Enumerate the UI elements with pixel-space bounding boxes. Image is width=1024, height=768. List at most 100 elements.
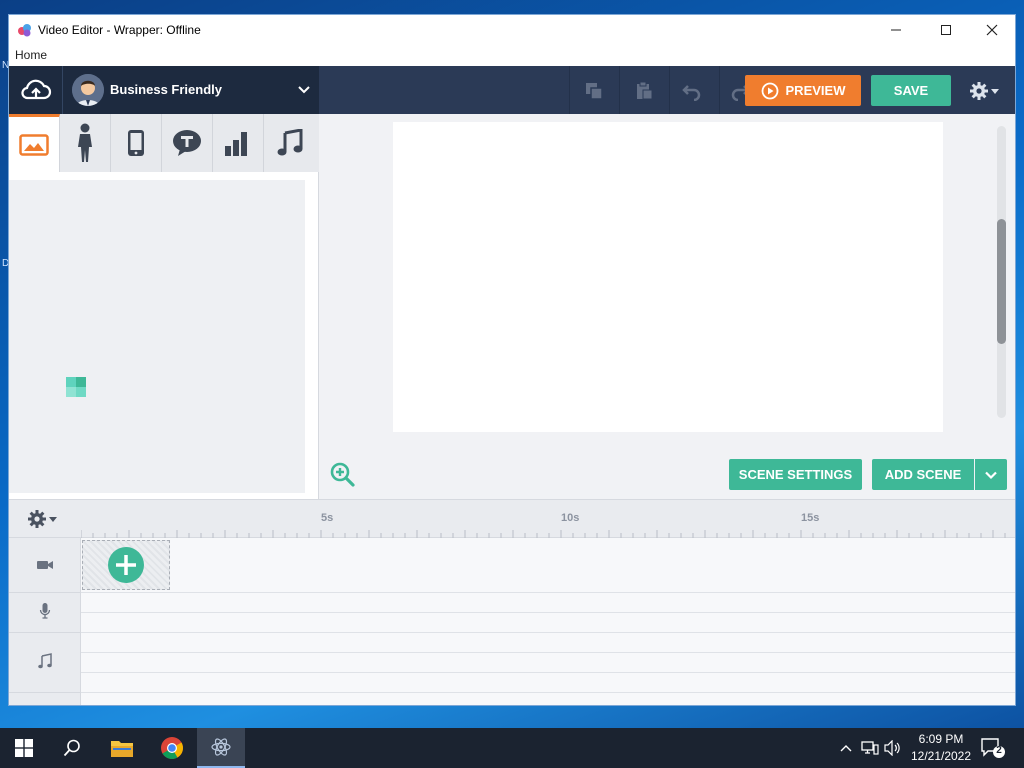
timeline: 5s 10s 15s (9, 499, 1015, 705)
clock-date: 12/21/2022 (910, 749, 972, 763)
copy-button[interactable] (579, 76, 609, 106)
chevron-down-icon (985, 471, 997, 479)
taskbar-clock[interactable]: 6:09 PM 12/21/2022 (906, 731, 976, 765)
voice-track-label (33, 601, 57, 621)
toolbar-separator (619, 66, 620, 114)
gear-icon (970, 82, 988, 100)
play-circle-icon (761, 82, 778, 99)
track-divider (81, 612, 1015, 613)
cloud-upload-icon (20, 79, 51, 100)
undo-icon (682, 85, 701, 101)
chevron-up-icon (840, 745, 852, 752)
theme-selector[interactable]: Business Friendly (9, 66, 319, 114)
chart-icon (225, 132, 247, 156)
timeline-header: 5s 10s 15s (9, 500, 1015, 538)
file-explorer-button[interactable] (98, 728, 146, 768)
phone-prop-icon (128, 130, 144, 156)
scene-settings-button[interactable]: SCENE SETTINGS (729, 459, 862, 490)
track-separator (9, 692, 81, 693)
copy-icon (586, 83, 603, 100)
tab-charts[interactable] (213, 114, 264, 172)
app-window: Video Editor - Wrapper: Offline Home Bus… (8, 14, 1016, 706)
toolbar-separator (569, 66, 570, 114)
maximize-icon (941, 25, 951, 35)
theme-avatar (72, 74, 104, 106)
timeline-settings-button[interactable] (27, 509, 63, 529)
preview-button[interactable]: PREVIEW (745, 75, 861, 106)
track-divider (81, 652, 1015, 653)
electron-app-icon (211, 738, 231, 756)
tab-sounds[interactable] (264, 114, 315, 172)
chevron-down-icon (298, 86, 310, 94)
toolbar-separator (669, 66, 670, 114)
character-icon (78, 123, 92, 162)
settings-menu-button[interactable] (964, 76, 1004, 106)
asset-list (9, 180, 305, 493)
menu-item-home[interactable]: Home (15, 48, 47, 62)
businessman-icon (72, 74, 104, 106)
preview-label: PREVIEW (785, 83, 846, 98)
save-button[interactable]: SAVE (871, 75, 951, 106)
video-editor-taskbar-button[interactable] (197, 728, 245, 768)
menu-bar: Home (9, 45, 1015, 66)
timeline-tick-label: 5s (321, 512, 334, 524)
zoom-in-icon[interactable] (329, 461, 355, 487)
show-hidden-icons-button[interactable] (836, 738, 856, 758)
add-scene-dropdown-button[interactable] (975, 459, 1007, 490)
video-editor: Business Friendly PREVIEW SAVE SCENE SET… (9, 66, 1015, 705)
tab-backgrounds[interactable] (9, 114, 60, 172)
timeline-ruler[interactable] (81, 528, 1015, 538)
music-icon (277, 129, 302, 156)
scene-stage-canvas[interactable] (393, 122, 943, 432)
video-camera-icon (37, 561, 53, 569)
minimize-button[interactable] (873, 15, 919, 45)
tab-characters[interactable] (60, 114, 111, 172)
paste-button[interactable] (629, 76, 659, 106)
top-toolbar: Business Friendly PREVIEW SAVE (9, 66, 1015, 114)
windows-logo-icon (15, 739, 33, 757)
track-divider (81, 632, 1015, 633)
network-icon (861, 741, 879, 755)
tab-props[interactable] (111, 114, 162, 172)
image-icon (19, 133, 49, 156)
chrome-icon (161, 737, 183, 759)
search-icon (63, 739, 80, 757)
clock-time: 6:09 PM (918, 732, 964, 746)
theme-name: Business Friendly (110, 82, 222, 97)
music-note-icon (38, 653, 52, 669)
start-button[interactable] (0, 728, 48, 768)
undo-button[interactable] (677, 76, 707, 106)
stage-scrollbar-thumb[interactable] (997, 219, 1006, 344)
action-center-button[interactable]: 2 (980, 736, 1006, 760)
add-scene-button[interactable]: ADD SCENE (872, 459, 974, 490)
loading-spinner-icon (66, 377, 86, 397)
timeline-tick-label: 15s (801, 512, 820, 524)
add-scene-placeholder[interactable] (82, 540, 170, 590)
upload-button[interactable] (9, 66, 63, 114)
asset-tab-bar (9, 114, 319, 172)
notification-count: 2 (996, 745, 1002, 756)
asset-library-panel (9, 114, 319, 499)
track-labels (9, 538, 81, 705)
chrome-button[interactable] (148, 728, 196, 768)
track-divider (81, 592, 1015, 593)
gear-icon (28, 510, 46, 528)
title-bar: Video Editor - Wrapper: Offline (9, 15, 1015, 45)
app-logo-icon (18, 24, 31, 37)
minimize-icon (891, 29, 901, 31)
text-bubble-icon (173, 130, 201, 156)
volume-button[interactable] (883, 738, 903, 758)
close-button[interactable] (969, 15, 1015, 45)
stage-scrollbar[interactable] (997, 126, 1006, 418)
add-circle-icon (108, 547, 144, 583)
caret-down-icon (49, 517, 57, 522)
windows-taskbar: 6:09 PM 12/21/2022 2 (0, 728, 1024, 768)
caret-down-icon (991, 89, 999, 94)
tab-text[interactable] (162, 114, 213, 172)
music-track-label (33, 651, 57, 671)
maximize-button[interactable] (923, 15, 969, 45)
network-button[interactable] (860, 738, 880, 758)
track-divider (81, 692, 1015, 693)
video-track-label (33, 555, 57, 575)
search-button[interactable] (48, 728, 96, 768)
